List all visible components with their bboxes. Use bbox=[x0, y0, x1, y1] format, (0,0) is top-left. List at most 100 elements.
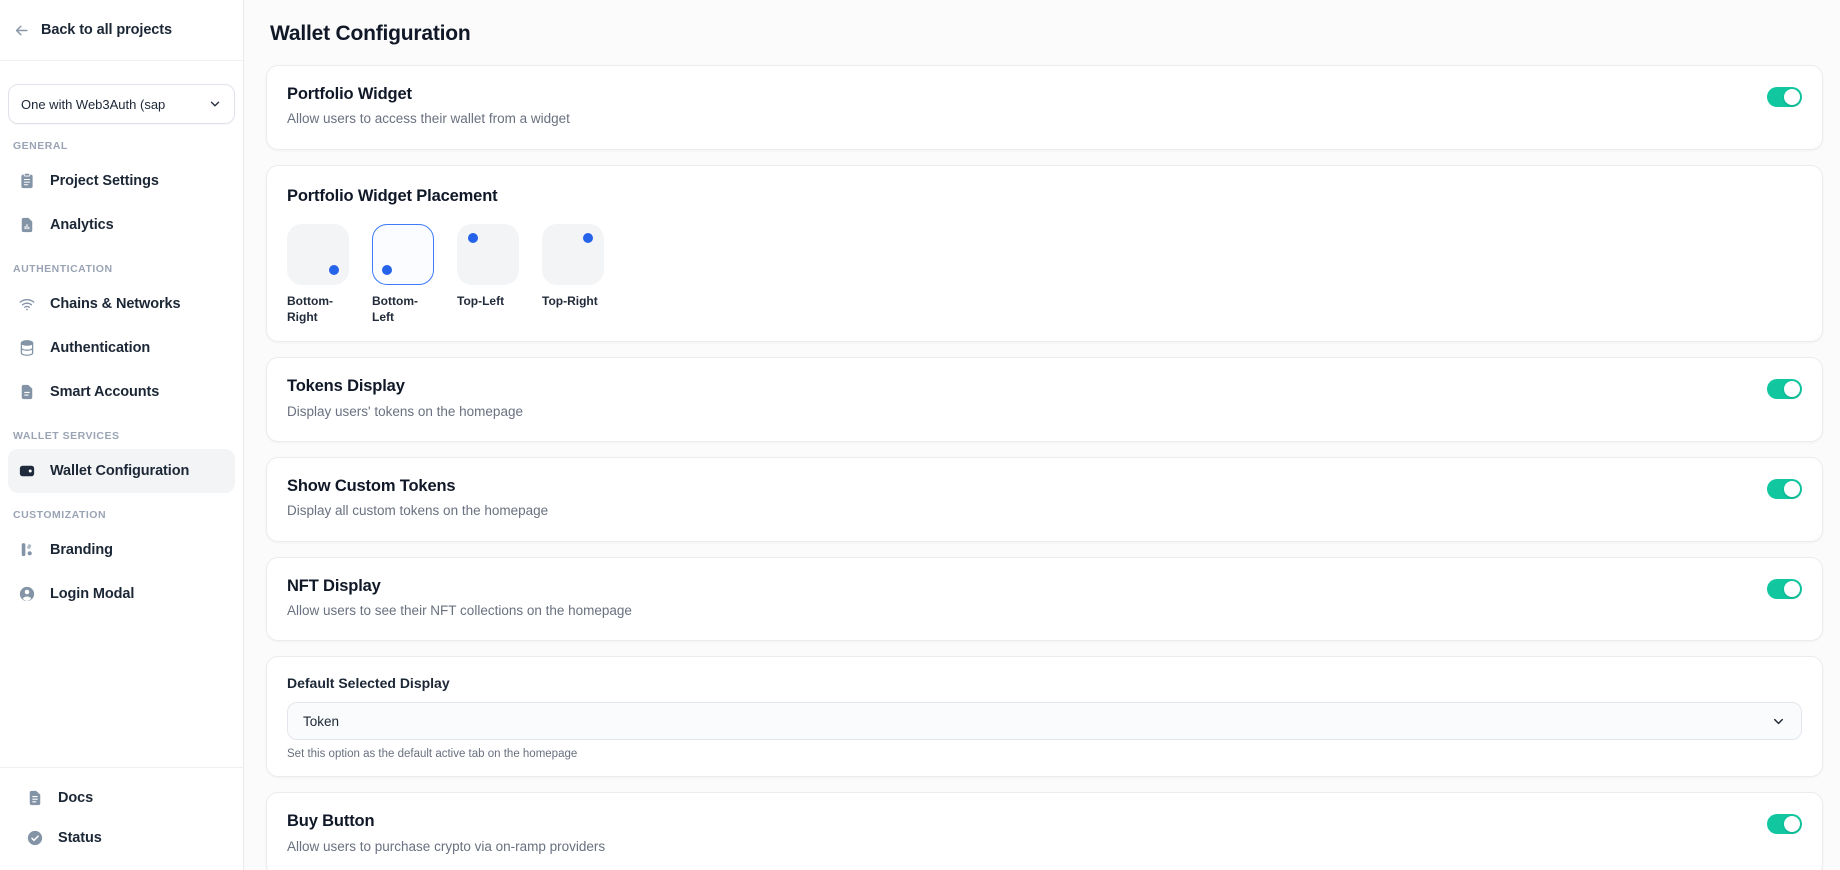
placement-option-bottom-left[interactable]: Bottom-Left bbox=[372, 224, 434, 325]
card-text: NFT Display Allow users to see their NFT… bbox=[287, 576, 632, 621]
portfolio-widget-toggle[interactable] bbox=[1767, 87, 1802, 107]
sidebar-item-smart-accounts[interactable]: Smart Accounts bbox=[8, 370, 235, 414]
back-label: Back to all projects bbox=[41, 22, 172, 38]
database-icon bbox=[18, 339, 36, 357]
section-label-authentication: AUTHENTICATION bbox=[0, 247, 243, 282]
toggle-knob bbox=[1784, 481, 1800, 497]
status-check-icon bbox=[26, 829, 44, 847]
clipboard-icon bbox=[18, 172, 36, 190]
sidebar-item-label: Authentication bbox=[50, 340, 150, 356]
card-text: Tokens Display Display users' tokens on … bbox=[287, 376, 523, 421]
placement-options: Bottom-Right Bottom-Left Top-Left Top-Ri… bbox=[287, 224, 1802, 325]
wifi-icon bbox=[18, 295, 36, 313]
placement-label: Bottom-Right bbox=[287, 294, 349, 325]
section-label-wallet-services: WALLET SERVICES bbox=[0, 414, 243, 449]
sidebar-item-branding[interactable]: Branding bbox=[8, 528, 235, 572]
sidebar-item-docs[interactable]: Docs bbox=[16, 778, 227, 818]
card-title: NFT Display bbox=[287, 576, 632, 597]
sidebar: Back to all projects One with Web3Auth (… bbox=[0, 0, 244, 870]
default-display-select[interactable]: Token bbox=[287, 702, 1802, 740]
file-icon bbox=[18, 383, 36, 401]
placement-dot bbox=[468, 233, 478, 243]
back-arrow-icon bbox=[13, 22, 30, 39]
sidebar-item-login-modal[interactable]: Login Modal bbox=[8, 572, 235, 616]
sidebar-item-label: Chains & Networks bbox=[50, 296, 180, 312]
placement-label: Bottom-Left bbox=[372, 294, 434, 325]
placement-label: Top-Left bbox=[457, 294, 519, 310]
placement-preview bbox=[287, 224, 349, 285]
toggle-knob bbox=[1784, 581, 1800, 597]
brush-icon bbox=[18, 541, 36, 559]
toggle-knob bbox=[1784, 381, 1800, 397]
card-title: Show Custom Tokens bbox=[287, 476, 548, 497]
sidebar-item-project-settings[interactable]: Project Settings bbox=[8, 159, 235, 203]
sidebar-item-label: Smart Accounts bbox=[50, 384, 159, 400]
card-subtitle: Display users' tokens on the homepage bbox=[287, 403, 523, 421]
card-show-custom-tokens: Show Custom Tokens Display all custom to… bbox=[266, 457, 1823, 542]
page-title: Wallet Configuration bbox=[270, 22, 1823, 46]
sidebar-item-label: Login Modal bbox=[50, 586, 134, 602]
placement-option-top-right[interactable]: Top-Right bbox=[542, 224, 604, 310]
sidebar-item-status[interactable]: Status bbox=[16, 818, 227, 858]
card-text: Show Custom Tokens Display all custom to… bbox=[287, 476, 548, 521]
sidebar-item-label: Wallet Configuration bbox=[50, 463, 189, 479]
back-to-projects-link[interactable]: Back to all projects bbox=[0, 0, 243, 61]
chevron-down-icon bbox=[1771, 714, 1786, 729]
sidebar-item-authentication[interactable]: Authentication bbox=[8, 326, 235, 370]
placement-label: Top-Right bbox=[542, 294, 604, 310]
placement-dot bbox=[382, 265, 392, 275]
card-title: Buy Button bbox=[287, 811, 605, 832]
select-hint: Set this option as the default active ta… bbox=[287, 748, 1802, 760]
project-selector-dropdown[interactable]: One with Web3Auth (sap bbox=[8, 84, 235, 124]
toggle-knob bbox=[1784, 816, 1800, 832]
app-window: Back to all projects One with Web3Auth (… bbox=[0, 0, 1840, 870]
placement-dot bbox=[583, 233, 593, 243]
placement-preview bbox=[542, 224, 604, 285]
card-portfolio-widget: Portfolio Widget Allow users to access t… bbox=[266, 65, 1823, 150]
show-custom-tokens-toggle[interactable] bbox=[1767, 479, 1802, 499]
card-buy-button: Buy Button Allow users to purchase crypt… bbox=[266, 792, 1823, 870]
select-label: Default Selected Display bbox=[287, 675, 1802, 691]
card-text: Portfolio Widget Allow users to access t… bbox=[287, 84, 570, 129]
card-nft-display: NFT Display Allow users to see their NFT… bbox=[266, 557, 1823, 642]
docs-icon bbox=[26, 789, 44, 807]
placement-preview bbox=[457, 224, 519, 285]
card-subtitle: Allow users to see their NFT collections… bbox=[287, 602, 632, 620]
sidebar-item-label: Branding bbox=[50, 542, 113, 558]
card-title: Portfolio Widget bbox=[287, 84, 570, 105]
card-default-selected-display: Default Selected Display Token Set this … bbox=[266, 656, 1823, 777]
card-title: Tokens Display bbox=[287, 376, 523, 397]
user-icon bbox=[18, 585, 36, 603]
analytics-icon bbox=[18, 216, 36, 234]
buy-button-toggle[interactable] bbox=[1767, 814, 1802, 834]
sidebar-item-label: Docs bbox=[58, 790, 93, 806]
card-subtitle: Display all custom tokens on the homepag… bbox=[287, 502, 548, 520]
placement-option-bottom-right[interactable]: Bottom-Right bbox=[287, 224, 349, 325]
placement-option-top-left[interactable]: Top-Left bbox=[457, 224, 519, 310]
sidebar-item-chains-networks[interactable]: Chains & Networks bbox=[8, 282, 235, 326]
card-portfolio-widget-placement: Portfolio Widget Placement Bottom-Right … bbox=[266, 165, 1823, 343]
sidebar-item-label: Project Settings bbox=[50, 173, 159, 189]
card-text: Buy Button Allow users to purchase crypt… bbox=[287, 811, 605, 856]
sidebar-item-label: Analytics bbox=[50, 217, 114, 233]
main-content: Wallet Configuration Portfolio Widget Al… bbox=[244, 0, 1840, 870]
sidebar-footer: Docs Status bbox=[0, 767, 243, 870]
chevron-down-icon bbox=[208, 97, 222, 111]
placement-preview bbox=[372, 224, 434, 285]
section-label-customization: CUSTOMIZATION bbox=[0, 493, 243, 528]
toggle-knob bbox=[1784, 89, 1800, 105]
sidebar-item-label: Status bbox=[58, 830, 102, 846]
card-subtitle: Allow users to purchase crypto via on-ra… bbox=[287, 838, 605, 856]
wallet-icon bbox=[18, 462, 36, 480]
placement-dot bbox=[329, 265, 339, 275]
nft-display-toggle[interactable] bbox=[1767, 579, 1802, 599]
sidebar-item-analytics[interactable]: Analytics bbox=[8, 203, 235, 247]
card-title: Portfolio Widget Placement bbox=[287, 186, 1802, 207]
tokens-display-toggle[interactable] bbox=[1767, 379, 1802, 399]
card-subtitle: Allow users to access their wallet from … bbox=[287, 110, 570, 128]
card-tokens-display: Tokens Display Display users' tokens on … bbox=[266, 357, 1823, 442]
project-selector-value: One with Web3Auth (sap bbox=[21, 97, 200, 112]
sidebar-item-wallet-configuration[interactable]: Wallet Configuration bbox=[8, 449, 235, 493]
section-label-general: GENERAL bbox=[0, 124, 243, 159]
select-value: Token bbox=[303, 714, 339, 729]
